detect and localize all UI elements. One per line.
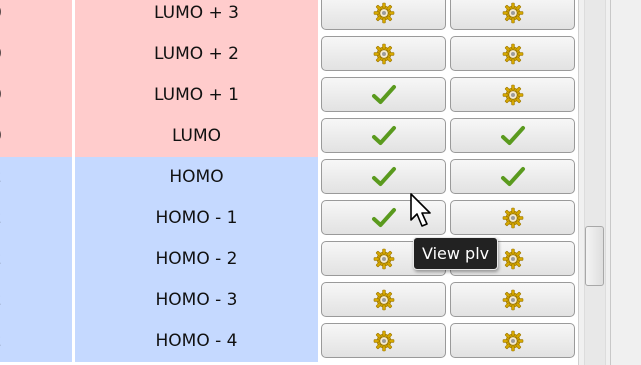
occupancy-cell: 2 <box>0 198 72 239</box>
gear-icon <box>371 246 397 272</box>
orbital-label-cell: HOMO - 4 <box>75 321 318 362</box>
view-button[interactable] <box>321 36 446 71</box>
check-icon <box>371 205 397 231</box>
check-icon <box>371 82 397 108</box>
mouse-pointer-icon <box>410 193 431 227</box>
view-button[interactable] <box>321 323 446 358</box>
tooltip: View plv <box>413 237 499 270</box>
scrollbar-thumb[interactable] <box>585 226 604 286</box>
occupancy-cell: 2 <box>0 157 72 198</box>
plot-button[interactable] <box>450 200 575 235</box>
occupancy-cell: 2 <box>0 280 72 321</box>
occupancy-cell: 2 <box>0 239 72 280</box>
check-icon <box>500 123 526 149</box>
vertical-scrollbar[interactable] <box>584 0 606 365</box>
plot-button[interactable] <box>450 0 575 30</box>
occupancy-cell: 0 <box>0 75 72 116</box>
plot-button[interactable] <box>450 159 575 194</box>
view-button[interactable] <box>321 118 446 153</box>
check-icon <box>371 123 397 149</box>
gear-icon <box>371 41 397 67</box>
gear-icon <box>500 205 526 231</box>
table-row: 2HOMO - 4 <box>0 321 578 362</box>
view-button[interactable] <box>321 282 446 317</box>
check-icon <box>371 164 397 190</box>
orbital-label-cell: LUMO + 2 <box>75 34 318 75</box>
gear-icon <box>500 41 526 67</box>
occupancy-cell: 0 <box>0 34 72 75</box>
gear-icon <box>371 0 397 26</box>
view-button[interactable] <box>321 159 446 194</box>
gear-icon <box>500 0 526 26</box>
gear-icon <box>500 328 526 354</box>
view-button[interactable] <box>321 0 446 30</box>
plot-button[interactable] <box>450 118 575 153</box>
table-row: 0LUMO + 3 <box>0 0 578 34</box>
side-panel <box>578 0 641 365</box>
plot-button[interactable] <box>450 36 575 71</box>
orbital-table: 0LUMO + 3 0LUMO + 2 <box>0 0 578 365</box>
orbital-label-cell: LUMO + 3 <box>75 0 318 34</box>
view-button[interactable] <box>321 77 446 112</box>
plot-button[interactable] <box>450 323 575 358</box>
table-row: 0LUMO <box>0 116 578 157</box>
orbital-label-cell: LUMO + 1 <box>75 75 318 116</box>
plot-button[interactable] <box>450 77 575 112</box>
table-row: 2HOMO - 1 <box>0 198 578 239</box>
gear-icon <box>500 246 526 272</box>
orbital-label-cell: HOMO - 1 <box>75 198 318 239</box>
table-row: 0LUMO + 2 <box>0 34 578 75</box>
plot-button[interactable] <box>450 282 575 317</box>
panel-divider <box>610 0 611 365</box>
orbital-label-cell: HOMO <box>75 157 318 198</box>
gear-icon <box>371 287 397 313</box>
orbital-label-cell: LUMO <box>75 116 318 157</box>
occupancy-cell: 2 <box>0 321 72 362</box>
check-icon <box>500 164 526 190</box>
orbital-label-cell: HOMO - 2 <box>75 239 318 280</box>
gear-icon <box>500 287 526 313</box>
occupancy-cell: 0 <box>0 0 72 34</box>
table-row: 0LUMO + 1 <box>0 75 578 116</box>
orbital-label-cell: HOMO - 3 <box>75 280 318 321</box>
gear-icon <box>500 82 526 108</box>
occupancy-cell: 0 <box>0 116 72 157</box>
gear-icon <box>371 328 397 354</box>
table-row: 2HOMO <box>0 157 578 198</box>
table-row: 2HOMO - 3 <box>0 280 578 321</box>
